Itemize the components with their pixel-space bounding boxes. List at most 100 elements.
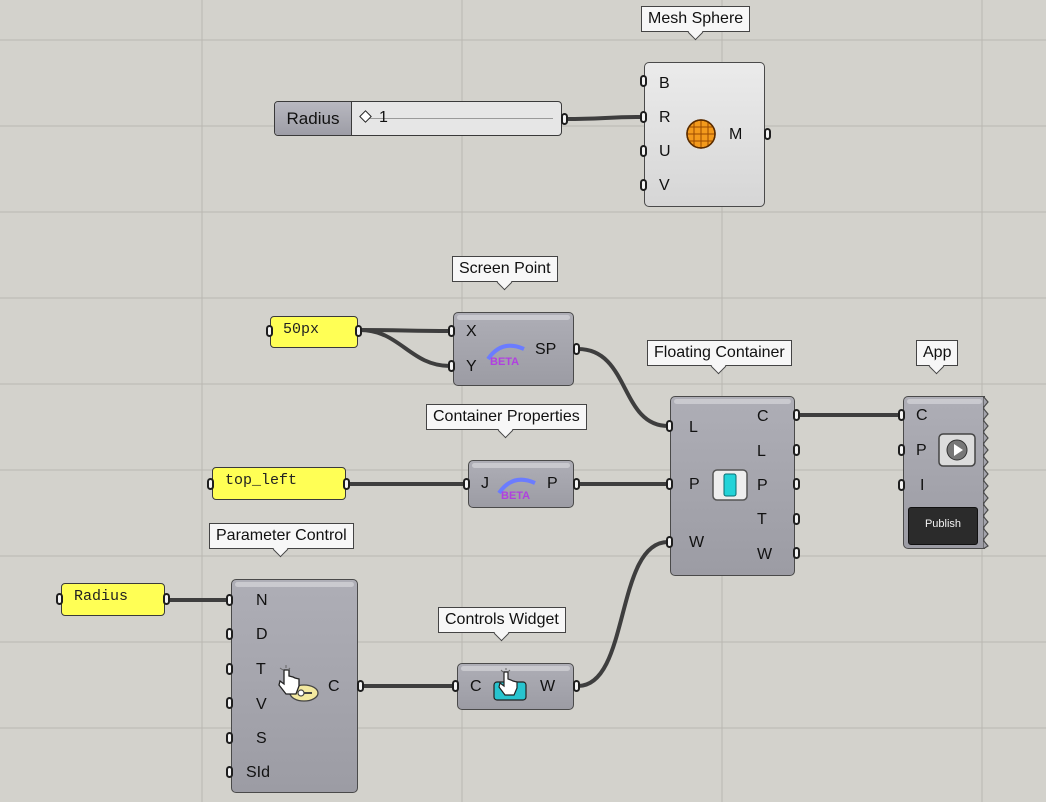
wire-50px-to-y	[358, 328, 452, 368]
grip-panel-topleft-in[interactable]	[207, 478, 214, 490]
grip-in-p[interactable]	[666, 478, 673, 490]
input-t[interactable]: T	[256, 661, 266, 679]
parameter-control-component[interactable]: N D T V S SId C	[231, 579, 358, 793]
grip-in-y[interactable]	[448, 360, 455, 372]
panel-radius[interactable]: Radius	[61, 583, 165, 616]
output-m[interactable]: M	[729, 126, 742, 144]
input-v[interactable]: V	[256, 696, 267, 714]
grip-out-c-param[interactable]	[357, 680, 364, 692]
screen-point-component[interactable]: X Y SP BETA	[453, 312, 574, 386]
app-component[interactable]: C P I Publish	[903, 396, 985, 549]
svg-text:BETA: BETA	[501, 490, 530, 501]
grip-out-l[interactable]	[793, 444, 800, 456]
grip-out-m[interactable]	[764, 128, 771, 140]
grip-in-v[interactable]	[226, 697, 233, 709]
input-p[interactable]: P	[689, 476, 700, 494]
container-properties-title: Container Properties	[426, 404, 587, 430]
grip-in-r[interactable]	[640, 111, 647, 123]
input-u[interactable]: U	[659, 143, 671, 161]
panel-top-left[interactable]: top_left	[212, 467, 346, 500]
sphere-icon	[686, 119, 716, 149]
input-w[interactable]: W	[689, 534, 704, 552]
grip-out-t[interactable]	[793, 513, 800, 525]
hand-pointer-icon	[278, 665, 319, 702]
grip-in-x[interactable]	[448, 325, 455, 337]
svg-text:BETA: BETA	[490, 356, 519, 367]
grip-panel-50px-out[interactable]	[355, 325, 362, 337]
grip-in-l[interactable]	[666, 420, 673, 432]
beta-arc-icon: BETA	[497, 477, 536, 501]
output-p[interactable]: P	[757, 477, 768, 495]
app-zigzag-edge	[983, 396, 989, 549]
grip-out-p[interactable]	[793, 478, 800, 490]
hand-widget-icon	[493, 668, 527, 701]
input-n[interactable]: N	[256, 592, 268, 610]
grip-in-c-widget[interactable]	[452, 680, 459, 692]
container-icon	[712, 469, 748, 501]
grip-in-u[interactable]	[640, 145, 647, 157]
grip-in-sid[interactable]	[226, 766, 233, 778]
slider-value: 1	[379, 109, 388, 126]
mesh-sphere-component[interactable]: B R U V M	[644, 62, 765, 207]
grip-in-b[interactable]	[640, 75, 647, 87]
slider-track[interactable]	[365, 118, 553, 119]
grip-app-in-p[interactable]	[898, 444, 905, 456]
input-r[interactable]: R	[659, 109, 671, 127]
controls-widget-title: Controls Widget	[438, 607, 566, 633]
grip-panel-radius-out[interactable]	[163, 593, 170, 605]
grip-in-n[interactable]	[226, 594, 233, 606]
grip-panel-50px-in[interactable]	[266, 325, 273, 337]
grip-out-c[interactable]	[793, 409, 800, 421]
parameter-control-title: Parameter Control	[209, 523, 354, 549]
grip-out-p-props[interactable]	[573, 478, 580, 490]
mesh-sphere-title: Mesh Sphere	[641, 6, 751, 32]
grip-in-s[interactable]	[226, 732, 233, 744]
wire-radius-to-sphere	[564, 115, 644, 121]
grip-app-in-c[interactable]	[898, 409, 905, 421]
app-title: App	[916, 340, 959, 366]
input-v[interactable]: V	[659, 177, 670, 195]
grip-in-v[interactable]	[640, 179, 647, 191]
input-x[interactable]: X	[466, 323, 477, 341]
grip-panel-radius-in[interactable]	[56, 593, 63, 605]
input-c[interactable]: C	[470, 678, 482, 696]
grip-out-w[interactable]	[793, 547, 800, 559]
grip-app-in-i[interactable]	[898, 479, 905, 491]
grip-in-w[interactable]	[666, 536, 673, 548]
container-properties-component[interactable]: J P BETA	[468, 460, 574, 508]
output-w[interactable]: W	[757, 546, 772, 564]
radius-slider[interactable]: Radius 1	[274, 101, 562, 136]
input-sid[interactable]: SId	[246, 764, 270, 782]
output-sp[interactable]: SP	[535, 341, 556, 359]
grip-out-sp[interactable]	[573, 343, 580, 355]
panel-50px[interactable]: 50px	[270, 316, 358, 348]
screen-point-title: Screen Point	[452, 256, 558, 282]
input-c[interactable]: C	[916, 407, 928, 425]
floating-container-component[interactable]: L P W C L P T W	[670, 396, 795, 576]
output-w[interactable]: W	[540, 678, 555, 696]
grip-in-d[interactable]	[226, 628, 233, 640]
output-p[interactable]: P	[547, 475, 558, 493]
grip-panel-topleft-out[interactable]	[343, 478, 350, 490]
publish-button[interactable]: Publish	[908, 507, 978, 545]
grip-in-t[interactable]	[226, 663, 233, 675]
controls-widget-component[interactable]: C W	[457, 663, 574, 710]
input-y[interactable]: Y	[466, 358, 477, 376]
output-l[interactable]: L	[757, 443, 766, 461]
grip-in-j[interactable]	[463, 478, 470, 490]
output-t[interactable]: T	[757, 511, 767, 529]
input-s[interactable]: S	[256, 730, 267, 748]
grip-slider-out[interactable]	[561, 113, 568, 125]
input-p[interactable]: P	[916, 442, 927, 460]
input-l[interactable]: L	[689, 419, 698, 437]
input-d[interactable]: D	[256, 626, 268, 644]
play-icon	[938, 433, 976, 467]
floating-container-title: Floating Container	[647, 340, 792, 366]
input-i[interactable]: I	[920, 477, 924, 495]
output-c[interactable]: C	[328, 678, 340, 696]
input-j[interactable]: J	[481, 475, 489, 493]
slider-handle-icon[interactable]	[359, 110, 372, 123]
grip-out-w-widget[interactable]	[573, 680, 580, 692]
output-c[interactable]: C	[757, 408, 769, 426]
input-b[interactable]: B	[659, 75, 670, 93]
